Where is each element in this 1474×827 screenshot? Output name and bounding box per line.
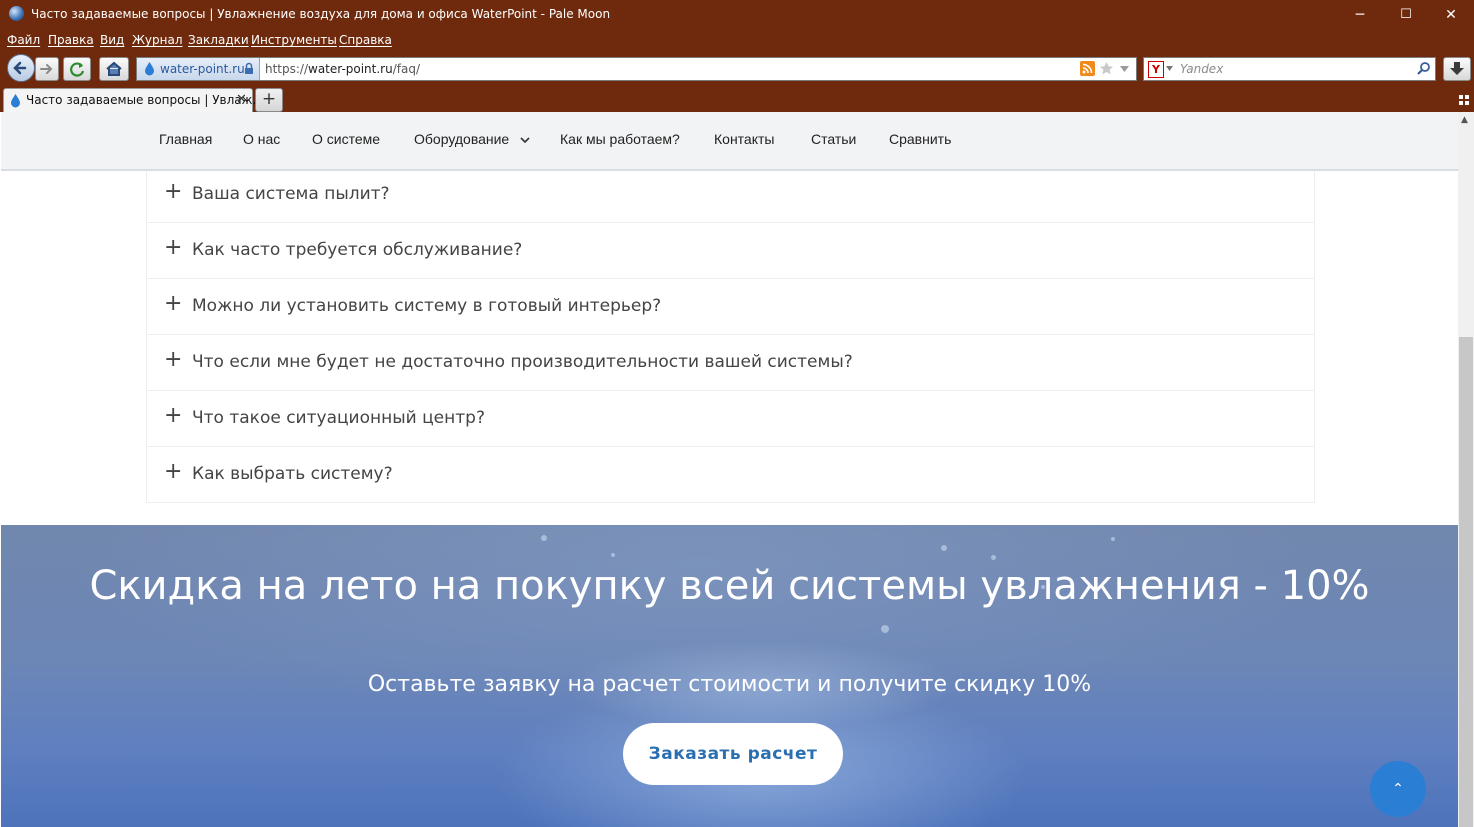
forward-arrow-icon (40, 64, 53, 74)
nav-how-we-work[interactable]: Как мы работаем? (560, 131, 680, 147)
site-navigation: Главная О нас О системе Оборудование Как… (1, 112, 1458, 171)
faq-question: Как часто требуется обслуживание? (192, 240, 523, 260)
nav-equipment[interactable]: Оборудование (414, 131, 509, 147)
url-dropdown-icon[interactable] (1120, 66, 1129, 72)
search-placeholder: Yandex (1180, 62, 1224, 76)
window-title: Часто задаваемые вопросы | Увлажнение во… (31, 7, 611, 21)
pale-moon-icon (9, 6, 24, 21)
scroll-up-icon[interactable]: ▲ (1461, 115, 1468, 125)
nav-compare[interactable]: Сравнить (889, 131, 951, 147)
rss-feed-icon[interactable] (1080, 61, 1095, 76)
back-arrow-icon (13, 61, 27, 75)
lock-icon (245, 62, 253, 74)
reload-button[interactable] (63, 57, 91, 81)
plus-icon: + (164, 235, 183, 260)
nav-articles[interactable]: Статьи (811, 131, 856, 147)
menu-view[interactable]: Вид (100, 33, 124, 47)
tab-close-icon[interactable]: ✕ (236, 92, 247, 107)
reload-icon (70, 62, 85, 77)
menu-tools[interactable]: Инструменты (251, 33, 337, 47)
promo-subtitle: Оставьте заявку на расчет стоимости и по… (367, 672, 1092, 697)
nav-contacts[interactable]: Контакты (714, 131, 774, 147)
order-calculation-button[interactable]: Заказать расчет (623, 723, 843, 785)
tab-label: Часто задаваемые вопросы | Увлаж... (26, 93, 264, 107)
plus-icon: + (164, 403, 183, 428)
site-favicon-icon (145, 62, 154, 76)
faq-item[interactable]: + Что если мне будет не достаточно произ… (146, 335, 1315, 391)
address-bar[interactable]: water-point.ru https://water-point.ru/fa… (136, 57, 1137, 81)
nav-system[interactable]: О системе (312, 131, 380, 147)
minimize-button-2[interactable]: ─ (1337, 0, 1383, 30)
scroll-to-top-button[interactable]: ⌃ (1370, 761, 1426, 817)
plus-icon: + (164, 347, 183, 372)
faq-item[interactable]: + Как часто требуется обслуживание? (146, 223, 1315, 279)
faq-question: Можно ли установить систему в готовый ин… (192, 296, 662, 316)
menu-bar: Файл Правка Вид Журнал Закладки Инструме… (0, 30, 1474, 52)
faq-question: Ваша система пылит? (192, 184, 390, 204)
home-icon (106, 61, 122, 76)
url-prefix: https:// (265, 62, 309, 76)
url-host: water-point.ru (308, 62, 393, 76)
close-window-button[interactable]: ✕ (1428, 0, 1474, 30)
web-page: Главная О нас О системе Оборудование Как… (1, 112, 1458, 827)
faq-question: Как выбрать систему? (192, 464, 393, 484)
menu-history[interactable]: Журнал (132, 33, 183, 47)
plus-icon: + (164, 459, 183, 484)
faq-item[interactable]: + Ваша система пылит? (146, 167, 1315, 223)
home-button[interactable] (99, 57, 129, 81)
bookmark-star-icon[interactable] (1099, 61, 1114, 76)
menu-help[interactable]: Справка (339, 33, 392, 47)
forward-button[interactable] (35, 57, 59, 81)
window-titlebar: Часто задаваемые вопросы | Увлажнение во… (0, 0, 1474, 30)
menu-file[interactable]: Файл (7, 33, 40, 47)
plus-icon: + (164, 291, 183, 316)
tab-faq[interactable]: Часто задаваемые вопросы | Увлаж... ✕ (3, 88, 264, 113)
yandex-engine-icon[interactable]: Y (1148, 61, 1164, 78)
search-box[interactable]: Y Yandex (1143, 57, 1436, 81)
maximize-button[interactable]: ☐ (1383, 0, 1429, 30)
tab-list-icon[interactable] (1458, 94, 1470, 106)
url-path: /faq/ (392, 62, 421, 76)
faq-item[interactable]: + Можно ли установить систему в готовый … (146, 279, 1315, 335)
new-tab-button[interactable]: + (255, 88, 283, 112)
nav-about[interactable]: О нас (243, 131, 280, 147)
chevron-down-icon[interactable] (520, 137, 530, 144)
faq-item[interactable]: + Как выбрать систему? (146, 447, 1315, 503)
downloads-button[interactable] (1443, 57, 1471, 81)
download-arrow-icon (1450, 62, 1464, 75)
site-identity-label: water-point.ru (160, 62, 245, 76)
menu-bookmarks[interactable]: Закладки (188, 33, 249, 47)
url-text[interactable]: https://water-point.ru/faq/ (265, 62, 420, 76)
discount-banner: Скидка на лето на покупку всей системы у… (1, 525, 1458, 827)
engine-dropdown-icon[interactable] (1166, 66, 1173, 71)
menu-edit[interactable]: Правка (48, 33, 94, 47)
tab-favicon-icon (11, 94, 20, 108)
faq-question: Что если мне будет не достаточно произво… (192, 352, 853, 372)
back-button[interactable] (7, 54, 35, 82)
search-icon[interactable] (1416, 61, 1431, 76)
promo-title: Скидка на лето на покупку всей системы у… (89, 563, 1370, 609)
site-identity-button[interactable]: water-point.ru (137, 58, 260, 80)
faq-item[interactable]: + Что такое ситуационный центр? (146, 391, 1315, 447)
faq-question: Что такое ситуационный центр? (192, 408, 485, 428)
scrollbar-thumb[interactable] (1459, 337, 1473, 827)
plus-icon: + (164, 179, 183, 204)
page-scrollbar[interactable]: ▲ (1458, 112, 1474, 827)
nav-home[interactable]: Главная (159, 131, 212, 147)
